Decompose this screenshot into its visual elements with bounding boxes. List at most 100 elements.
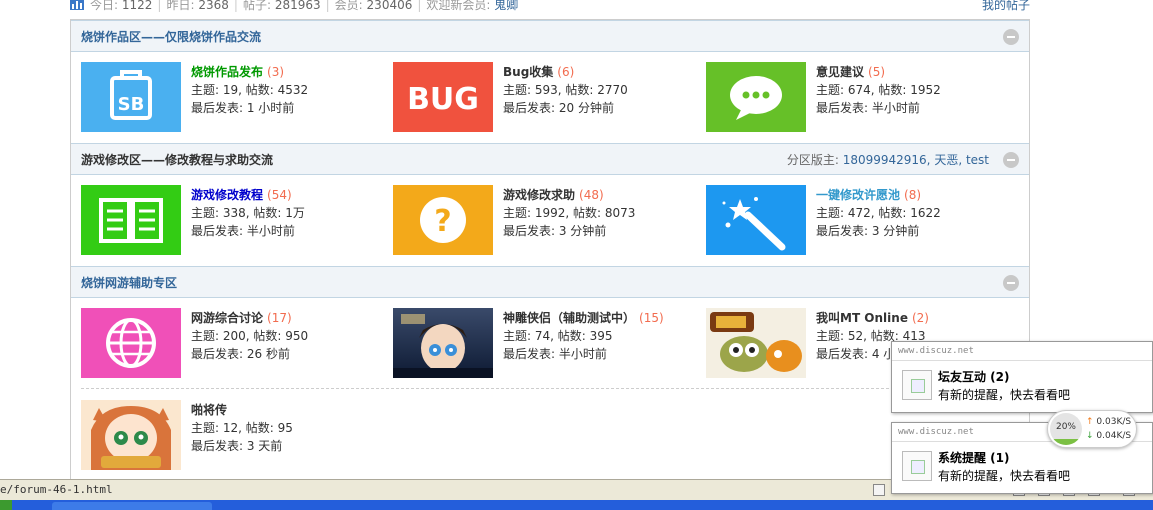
forum-stats: 主题: 74, 帖数: 395: [503, 329, 613, 343]
forum-item[interactable]: 意见建议 (5) 主题: 674, 帖数: 1952 最后发表: 半小时前: [706, 62, 1018, 134]
popup-message[interactable]: 有新的提醒，快去看看吧: [938, 467, 1070, 484]
members-count: 230406: [366, 0, 413, 12]
forum-stats: 主题: 19, 帖数: 4532: [191, 83, 309, 97]
moderators: 分区版主: 18099942916, 天恶, test: [787, 151, 989, 168]
collapse-icon[interactable]: [1003, 275, 1019, 291]
forum-item[interactable]: 神雕侠侣（辅助测试中） (15) 主题: 74, 帖数: 395 最后发表: 半小…: [393, 308, 705, 380]
last-post[interactable]: 最后发表: 3 天前: [191, 437, 293, 455]
last-post[interactable]: 最后发表: 26 秒前: [191, 345, 308, 363]
forum-name[interactable]: 意见建议: [816, 65, 864, 79]
category-header-works: 烧饼作品区——仅限烧饼作品交流: [71, 20, 1029, 52]
forum-stats: 主题: 200, 帖数: 950: [191, 329, 309, 343]
open-book-icon[interactable]: [81, 185, 181, 255]
taskbar-item[interactable]: [52, 502, 212, 510]
forum-stats: 主题: 472, 帖数: 1622: [816, 206, 941, 220]
upload-speed: ↑ 0.03K/S: [1086, 417, 1131, 427]
collapse-icon[interactable]: [1003, 152, 1019, 168]
start-button[interactable]: [0, 500, 12, 510]
last-post[interactable]: 最后发表: 3 分钟前: [503, 222, 635, 240]
popup-site: www.discuz.net: [898, 427, 974, 437]
usage-percent: 20%: [1055, 422, 1076, 432]
forum-name[interactable]: 游戏修改求助: [503, 188, 575, 202]
chat-bubble-icon[interactable]: [706, 62, 806, 132]
forum-name[interactable]: Bug收集: [503, 65, 553, 79]
forum-item[interactable]: 游戏修改教程 (54) 主题: 338, 帖数: 1万 最后发表: 半小时前: [81, 185, 393, 257]
usage-gauge: 20%: [1050, 413, 1082, 445]
new-count: (6): [557, 65, 575, 79]
forum-stats: 主题: 593, 帖数: 2770: [503, 83, 628, 97]
svg-text:?: ?: [434, 204, 451, 239]
forum-item[interactable]: 一键修改许愿池 (8) 主题: 472, 帖数: 1622 最后发表: 3 分钟前: [706, 185, 1018, 257]
forum-name[interactable]: 一键修改许愿池: [816, 188, 900, 202]
globe-icon[interactable]: [81, 308, 181, 378]
yesterday-label: 昨日:: [166, 0, 195, 12]
forum-stats-bar: 今日: 1122 | 昨日: 2368 | 帖子: 281963 | 会员: 230406 |…: [70, 0, 1030, 12]
forum-item[interactable]: BUG Bug收集 (6) 主题: 593, 帖数: 2770 最后发表: 20 …: [393, 62, 705, 134]
new-count: (15): [639, 311, 664, 325]
popup-message[interactable]: 有新的提醒，快去看看吧: [938, 386, 1070, 403]
image-placeholder-icon: [902, 370, 932, 400]
last-post[interactable]: 最后发表: 半小时前: [191, 222, 305, 240]
forum-stats: 主题: 674, 帖数: 1952: [816, 83, 941, 97]
forum-item[interactable]: ? 游戏修改求助 (48) 主题: 1992, 帖数: 8073 最后发表: 3 …: [393, 185, 705, 257]
popup-title[interactable]: 系统提醒 (1): [938, 449, 1010, 466]
today-count: 1122: [121, 0, 153, 12]
forum-name[interactable]: 神雕侠侣（辅助测试中）: [503, 311, 635, 325]
posts-label: 帖子:: [242, 0, 271, 12]
category-title[interactable]: 游戏修改区——修改教程与求助交流: [81, 151, 273, 168]
last-post[interactable]: 最后发表: 半小时前: [503, 345, 664, 363]
welcome-label: 欢迎新会员:: [426, 0, 491, 12]
image-placeholder-icon: [902, 451, 932, 481]
popup-divider: [892, 360, 1152, 361]
category-title[interactable]: 烧饼作品区——仅限烧饼作品交流: [81, 28, 261, 45]
up-arrow-icon: ↑: [1086, 417, 1094, 427]
usage-gauge-fill: [1050, 438, 1082, 445]
forum-name[interactable]: 游戏修改教程: [191, 188, 263, 202]
download-icon[interactable]: [873, 484, 885, 496]
forum-stats: 主题: 338, 帖数: 1万: [191, 206, 305, 220]
forum-item[interactable]: SB 烧饼作品发布 (3) 主题: 19, 帖数: 4532 最后发表: 1 小时…: [81, 62, 393, 134]
today-label: 今日:: [90, 0, 119, 12]
forum-item[interactable]: 啪将传 主题: 12, 帖数: 95 最后发表: 3 天前: [81, 400, 393, 472]
status-url: e/forum-46-1.html: [0, 483, 113, 496]
bar-chart-icon: [70, 0, 84, 10]
new-member-link[interactable]: 鬼卿: [494, 0, 518, 12]
download-value: 0.04K/S: [1096, 431, 1132, 441]
last-post[interactable]: 最后发表: 半小时前: [816, 99, 941, 117]
posts-count: 281963: [274, 0, 321, 12]
moderators-label: 分区版主:: [786, 153, 839, 167]
forum-name[interactable]: 烧饼作品发布: [191, 65, 263, 79]
sb-bag-icon[interactable]: SB: [81, 62, 181, 132]
download-speed: ↓ 0.04K/S: [1086, 431, 1131, 441]
svg-text:BUG: BUG: [407, 82, 479, 117]
game-art-icon[interactable]: [393, 308, 493, 378]
forum-name[interactable]: 我叫MT Online: [816, 311, 908, 325]
popup-site: www.discuz.net: [898, 346, 974, 356]
game-art-icon[interactable]: [706, 308, 806, 378]
upload-value: 0.03K/S: [1096, 417, 1132, 427]
game-art-icon[interactable]: [81, 400, 181, 470]
forum-stats: 主题: 1992, 帖数: 8073: [503, 206, 636, 220]
category-header-mods: 游戏修改区——修改教程与求助交流 分区版主: 18099942916, 天恶, …: [71, 143, 1029, 175]
question-mark-icon[interactable]: ?: [393, 185, 493, 255]
last-post[interactable]: 最后发表: 3 分钟前: [816, 222, 941, 240]
forum-board: 烧饼作品区——仅限烧饼作品交流 SB 烧饼作品发布 (3) 主题: 19, 帖数:…: [70, 19, 1030, 479]
popup-title[interactable]: 坛友互动 (2): [938, 368, 1010, 385]
collapse-icon[interactable]: [1003, 29, 1019, 45]
magic-wand-icon[interactable]: [706, 185, 806, 255]
forum-item[interactable]: 网游综合讨论 (17) 主题: 200, 帖数: 950 最后发表: 26 秒前: [81, 308, 393, 380]
forum-name[interactable]: 网游综合讨论: [191, 311, 263, 325]
my-threads-link[interactable]: 我的帖子: [982, 0, 1030, 13]
last-post[interactable]: 最后发表: 20 分钟前: [503, 99, 628, 117]
category-title[interactable]: 烧饼网游辅助专区: [81, 274, 177, 291]
new-count: (2): [911, 311, 929, 325]
bug-text-icon[interactable]: BUG: [393, 62, 493, 132]
new-count: (54): [267, 188, 292, 202]
network-speed-widget[interactable]: 20% ↑ 0.03K/S ↓ 0.04K/S: [1047, 410, 1137, 448]
forum-name[interactable]: 啪将传: [191, 403, 227, 417]
moderator-links[interactable]: 18099942916, 天恶, test: [843, 153, 989, 167]
notification-popup[interactable]: www.discuz.net 坛友互动 (2) 有新的提醒，快去看看吧: [891, 341, 1153, 413]
new-count: (3): [267, 65, 285, 79]
last-post[interactable]: 最后发表: 1 小时前: [191, 99, 308, 117]
down-arrow-icon: ↓: [1086, 431, 1094, 441]
